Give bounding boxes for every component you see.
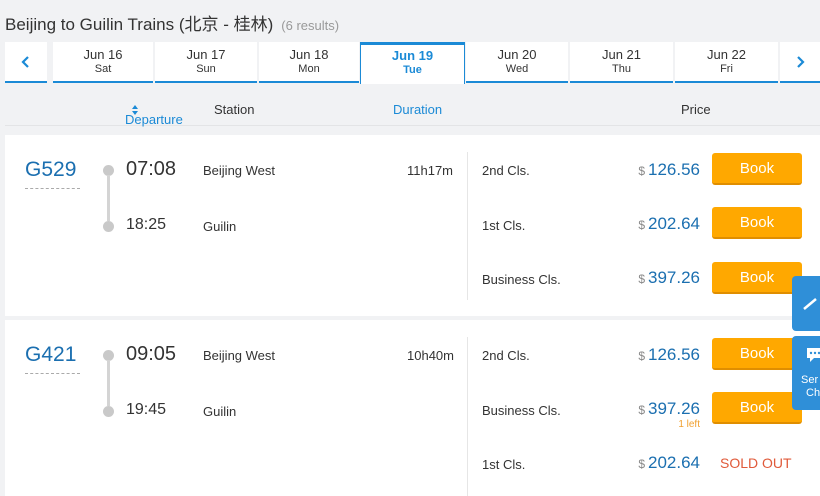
currency-symbol: $ — [638, 349, 645, 363]
currency-symbol: $ — [638, 403, 645, 417]
timeline-line — [107, 175, 110, 221]
currency-symbol: $ — [638, 218, 645, 232]
timeline-line — [107, 360, 110, 406]
date-tab-jun-21[interactable]: Jun 21 Thu — [570, 42, 673, 83]
date-tab-date: Jun 19 — [391, 48, 434, 63]
seat-class: 2nd Cls. — [482, 348, 530, 363]
divider — [467, 337, 468, 496]
date-tab-weekday: Tue — [403, 64, 422, 76]
train-card: G421 09:05 19:45 Beijing West Guilin 10h… — [5, 320, 820, 496]
price-value: 397.26 — [648, 268, 700, 287]
price-value: 397.26 — [648, 399, 700, 418]
arrow-up-icon — [803, 297, 817, 310]
page-title-text: Beijing to Guilin Trains (北京 - 桂林) — [5, 15, 274, 34]
date-tab-date: Jun 18 — [289, 47, 329, 62]
scroll-to-top-button[interactable] — [792, 276, 820, 331]
arrival-time: 19:45 — [126, 401, 167, 418]
price-value: 126.56 — [648, 345, 700, 364]
date-tab-date: Jun 17 — [186, 47, 226, 62]
departure-station: Beijing West — [203, 348, 276, 363]
chat-label-line2: Ch — [806, 387, 820, 399]
departure-time: 07:08 — [126, 158, 177, 180]
arrival-time: 18:25 — [126, 216, 167, 233]
sort-by-duration[interactable]: Duration — [393, 102, 442, 117]
results-column-header: Departure Station Duration Price — [5, 92, 820, 127]
chat-label-line1: Ser — [801, 374, 819, 386]
train-number[interactable]: G529 — [25, 158, 80, 189]
date-tab-jun-20[interactable]: Jun 20 Wed — [466, 42, 568, 83]
date-tab-date: Jun 22 — [706, 47, 747, 62]
trip-duration: 11h17m — [407, 163, 454, 178]
chevron-right-icon — [797, 55, 805, 68]
price-header: Price — [681, 102, 711, 117]
book-button[interactable]: Book — [712, 262, 802, 294]
seat-class: Business Cls. — [482, 403, 561, 418]
seat-price: $126.56 — [638, 160, 700, 180]
seats-left-note: 1 left — [678, 419, 700, 430]
date-tab-jun-18[interactable]: Jun 18 Mon — [259, 42, 359, 83]
price-value: 202.64 — [648, 214, 700, 233]
seat-class: 1st Cls. — [482, 218, 526, 233]
currency-symbol: $ — [638, 272, 645, 286]
date-tab-jun-22[interactable]: Jun 22 Fri — [675, 42, 778, 83]
train-card: G529 07:08 18:25 Beijing West Guilin 11h… — [5, 135, 820, 316]
date-tab-jun-17[interactable]: Jun 17 Sun — [155, 42, 257, 83]
date-tab-date: Jun 16 — [83, 47, 123, 62]
divider — [467, 152, 468, 300]
seat-class: 1st Cls. — [482, 457, 526, 472]
date-tab-weekday: Mon — [298, 63, 320, 75]
date-tab-jun-16[interactable]: Jun 16 Sat — [53, 42, 153, 83]
date-tab-date: Jun 21 — [601, 47, 642, 62]
station-header: Station — [214, 102, 255, 117]
departure-station: Beijing West — [203, 163, 276, 178]
date-tab-weekday: Fri — [720, 63, 733, 75]
arrival-station: Guilin — [203, 219, 237, 234]
departure-time: 09:05 — [126, 343, 177, 365]
date-tab-weekday: Sat — [94, 63, 112, 75]
date-tab-date: Jun 20 — [497, 47, 537, 62]
book-button[interactable]: Book — [712, 338, 802, 370]
date-tab-jun-19[interactable]: Jun 19 Tue — [360, 42, 465, 84]
book-button[interactable]: Book — [712, 153, 802, 185]
date-tab-weekday: Sun — [196, 63, 216, 75]
next-date-button[interactable] — [780, 42, 820, 83]
customer-service-chat-button[interactable]: Ser Ch — [792, 336, 820, 410]
seat-price: $202.64 — [638, 214, 700, 234]
seat-price: $397.26 — [638, 268, 700, 288]
train-number[interactable]: G421 — [25, 343, 80, 374]
departure-header-label: Departure — [125, 112, 183, 127]
arrival-dot — [103, 221, 114, 232]
arrival-dot — [103, 406, 114, 417]
sort-by-departure[interactable]: Departure — [125, 102, 183, 127]
seat-price: $126.56 — [638, 345, 700, 365]
currency-symbol: $ — [638, 457, 645, 471]
seat-class: Business Cls. — [482, 272, 561, 287]
results-count: (6 results) — [281, 18, 340, 33]
sold-out-label: SOLD OUT — [720, 455, 792, 471]
date-tab-weekday: Thu — [612, 63, 631, 75]
prev-date-button[interactable] — [5, 42, 47, 83]
seat-price: $202.64 — [638, 453, 700, 473]
date-tab-weekday: Wed — [505, 63, 529, 75]
chevron-left-icon — [21, 55, 29, 68]
seat-price: $397.26 — [638, 399, 700, 419]
date-selector: Jun 16 Sat Jun 17 Sun Jun 18 Mon Jun 19 … — [5, 42, 820, 84]
book-button[interactable]: Book — [712, 392, 802, 424]
price-value: 126.56 — [648, 160, 700, 179]
currency-symbol: $ — [638, 164, 645, 178]
price-value: 202.64 — [648, 453, 700, 472]
chat-icon — [807, 348, 820, 362]
book-button[interactable]: Book — [712, 207, 802, 239]
page-title: Beijing to Guilin Trains (北京 - 桂林) (6 res… — [5, 10, 339, 35]
seat-class: 2nd Cls. — [482, 163, 530, 178]
arrival-station: Guilin — [203, 404, 237, 419]
trip-duration: 10h40m — [407, 348, 454, 363]
